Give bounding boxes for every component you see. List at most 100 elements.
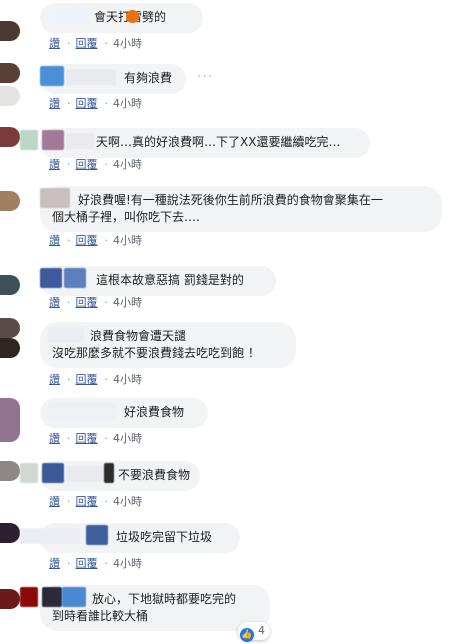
comment-text: 不要浪費食物 [118,468,191,482]
like-icon: 👍 [240,628,254,642]
comment-bubble: 垃圾吃完留下垃圾 [20,523,240,553]
like-link[interactable]: 讚 [49,37,60,50]
separator: · [104,158,109,171]
avatar[interactable] [0,523,20,543]
reply-link[interactable]: 回覆 [76,557,98,570]
reply-link[interactable]: 回覆 [76,432,98,445]
like-link[interactable]: 讚 [49,158,60,171]
angry-face-icon [126,10,140,23]
reply-link[interactable]: 回覆 [76,97,98,110]
like-link[interactable]: 讚 [49,296,60,309]
avatar[interactable] [0,275,20,295]
comment-actions: 讚 · 回覆 · 4小時 [49,233,144,249]
avatar[interactable] [0,191,20,211]
separator: · [67,373,71,386]
timestamp[interactable]: 4小時 [113,296,142,309]
timestamp[interactable]: 4小時 [113,97,142,110]
like-link[interactable]: 讚 [49,557,60,570]
avatar[interactable] [0,589,20,609]
avatar[interactable] [0,398,20,442]
comment-text-line-2: 個大桶子裡，叫你吃下去…. [52,210,200,224]
comment-text-line-1: 放心，下地獄時都要吃完的 [92,592,237,606]
comment-text-line-2: 沒吃那麼多就不要浪費錢去吃吃到飽 ！ [52,346,260,360]
comment-text-line-2: 到時看誰比較大桶 [52,609,149,623]
redacted-name [62,587,86,607]
comment-actions: 讚 · 回覆 · 4小時 [49,96,144,112]
timestamp[interactable]: 4小時 [113,432,142,445]
comment-actions: 讚 · 回覆 · 4小時 [49,556,144,572]
separator: · [104,37,109,50]
more-options-icon[interactable]: ··· [197,69,213,85]
avatar-secondary [0,338,20,358]
reply-link[interactable]: 回覆 [76,234,98,247]
redacted-name [64,268,86,288]
like-link[interactable]: 讚 [49,495,60,508]
redacted-name [48,327,84,343]
redacted-name [20,463,38,483]
avatar[interactable] [0,63,20,83]
separator: · [67,296,71,309]
separator: · [104,296,109,309]
comment-bubble: 浪費食物會遭天譴 沒吃那麼多就不要浪費錢去吃吃到飽 ！ [40,322,296,368]
separator: · [67,234,71,247]
timestamp[interactable]: 4小時 [113,495,142,508]
reply-link[interactable]: 回覆 [76,373,98,386]
timestamp[interactable]: 4小時 [113,37,142,50]
timestamp[interactable]: 4小時 [113,373,142,386]
comment-text: 這根本故意惡搞 罰錢是對的 [96,273,244,287]
separator: · [104,234,109,247]
redacted-name [40,188,70,208]
comment-actions: 讚 · 回覆 · 4小時 [49,157,144,173]
comment-bubble: 會天打雷劈的 [40,3,203,33]
separator: · [104,373,109,386]
like-link[interactable]: 讚 [49,97,60,110]
reply-link[interactable]: 回覆 [76,296,98,309]
redacted-name [42,463,64,483]
separator: · [67,37,71,50]
like-link[interactable]: 讚 [49,432,60,445]
redacted-name [20,130,38,150]
separator: · [67,158,71,171]
comment-bubble: 這根本故意惡搞 罰錢是對的 [40,266,276,296]
reaction-count-label: 4 [258,624,265,637]
separator: · [104,557,109,570]
comment-bubble: 不要浪費食物 [20,461,200,491]
timestamp[interactable]: 4小時 [113,158,142,171]
redacted-name [20,587,38,607]
redacted-name [42,130,64,150]
separator: · [104,432,109,445]
avatar-secondary [0,86,20,106]
avatar[interactable] [0,461,20,481]
redacted-name [104,463,114,483]
redacted-name [20,528,80,544]
comment-actions: 讚 · 回覆 · 4小時 [49,494,144,510]
like-link[interactable]: 讚 [49,373,60,386]
reaction-count[interactable]: 👍 4 [238,622,270,642]
reply-link[interactable]: 回覆 [76,158,98,171]
redacted-name [48,8,90,24]
comment-actions: 讚 · 回覆 · 4小時 [49,295,144,311]
redacted-name [40,66,64,86]
comment-text-line-1: 浪費食物會遭天譴 [90,329,187,343]
reply-link[interactable]: 回覆 [76,495,98,508]
timestamp[interactable]: 4小時 [113,234,142,247]
avatar[interactable] [0,127,20,147]
redacted-name [66,466,104,482]
separator: · [67,557,71,570]
timestamp[interactable]: 4小時 [113,557,142,570]
separator: · [104,97,109,110]
comment-bubble: 天啊…真的好浪費啊…下了XX還要繼續吃完… [20,128,370,158]
redacted-name [86,525,108,545]
redacted-name [66,69,116,85]
separator: · [67,97,71,110]
redacted-name [40,268,62,288]
comment-text-line-1: 好浪費喔!有一種說法死後你生前所浪費的食物會聚集在一 [78,193,383,207]
like-link[interactable]: 讚 [49,234,60,247]
reply-link[interactable]: 回覆 [76,37,98,50]
comment-text: 好浪費食物 [124,405,185,419]
avatar[interactable] [0,21,20,41]
comment-text: 垃圾吃完留下垃圾 [116,530,213,544]
comment-actions: 讚 · 回覆 · 4小時 [49,36,144,52]
avatar[interactable] [0,318,20,338]
comment-bubble: 好浪費喔!有一種說法死後你生前所浪費的食物會聚集在一 個大桶子裡，叫你吃下去…. [40,186,442,232]
